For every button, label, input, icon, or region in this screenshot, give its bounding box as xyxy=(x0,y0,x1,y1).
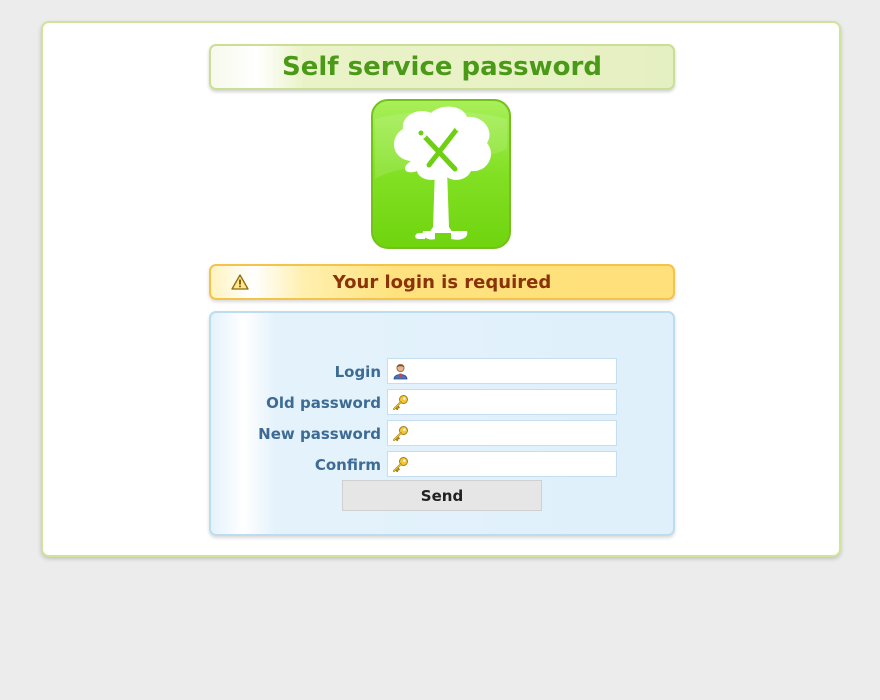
page-container: Self service password Your login is requ… xyxy=(41,21,841,557)
send-button[interactable]: Send xyxy=(342,480,542,511)
title-banner: Self service password xyxy=(209,44,675,90)
login-label: Login xyxy=(334,363,381,381)
confirm-password-row: Confirm xyxy=(211,451,673,479)
old-password-row: Old password xyxy=(211,389,673,417)
login-input[interactable] xyxy=(387,358,617,384)
confirm-password-input[interactable] xyxy=(387,451,617,477)
old-password-label: Old password xyxy=(266,394,381,412)
tree-with-tools-logo xyxy=(371,99,511,249)
new-password-input[interactable] xyxy=(387,420,617,446)
new-password-row: New password xyxy=(211,420,673,448)
confirm-label: Confirm xyxy=(314,456,381,474)
password-change-form: Login Old password New password Confirm … xyxy=(209,311,675,536)
new-password-label: New password xyxy=(258,425,381,443)
page-title: Self service password xyxy=(282,52,602,82)
login-row: Login xyxy=(211,358,673,386)
warning-icon xyxy=(231,274,249,290)
old-password-input[interactable] xyxy=(387,389,617,415)
login-required-alert: Your login is required xyxy=(209,264,675,300)
alert-message: Your login is required xyxy=(332,271,552,293)
